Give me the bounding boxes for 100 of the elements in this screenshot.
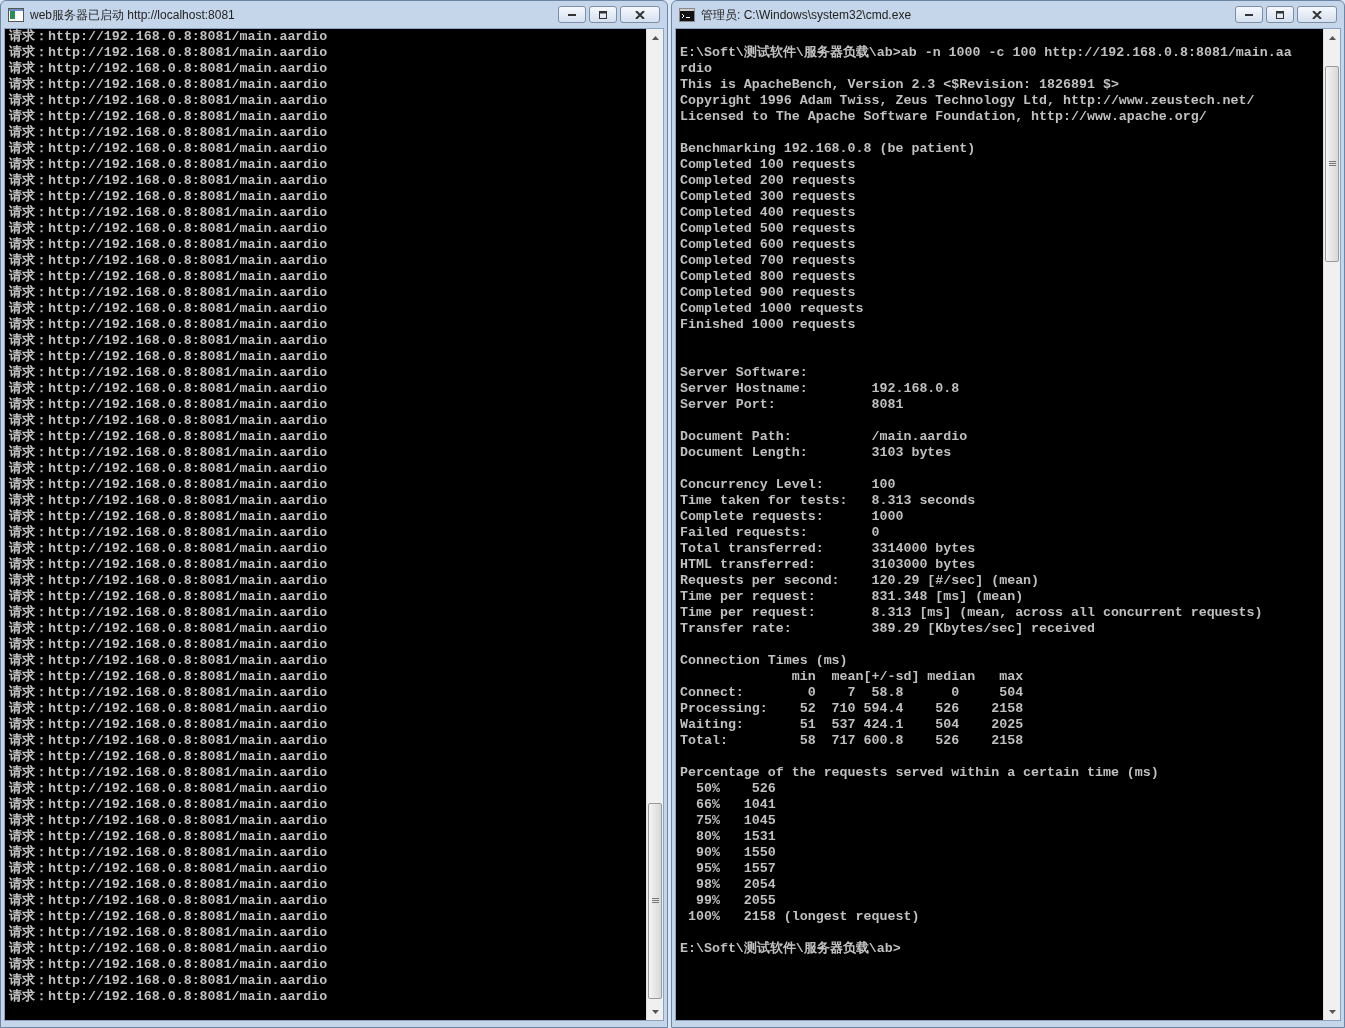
window-title: 管理员: C:\Windows\system32\cmd.exe	[701, 6, 913, 24]
console-line: 请求：http://192.168.0.8:8081/main.aardio	[9, 925, 329, 941]
console-line: 80% 1531	[694, 829, 777, 845]
console-icon	[679, 7, 695, 22]
close-icon	[635, 10, 645, 19]
console-line: Total: 58 717 600.8 526 2158	[680, 733, 1025, 749]
console-line: Completed 900 requests	[680, 285, 857, 301]
maximize-button[interactable]	[589, 6, 617, 23]
console-line: min mean[+/-sd] median max	[790, 669, 1025, 685]
console-line: Finished 1000 requests	[680, 317, 857, 333]
console-line: 请求：http://192.168.0.8:8081/main.aardio	[9, 685, 329, 701]
console-line: E:\Soft\测试软件\服务器负载\ab>	[680, 941, 902, 957]
maximize-icon	[598, 10, 608, 19]
minimize-button[interactable]	[558, 6, 586, 23]
console-line: Connect: 0 7 58.8 0 504	[680, 685, 1025, 701]
console-line: 请求：http://192.168.0.8:8081/main.aardio	[9, 877, 329, 893]
console-line: 请求：http://192.168.0.8:8081/main.aardio	[9, 413, 329, 429]
console-line: 请求：http://192.168.0.8:8081/main.aardio	[9, 381, 329, 397]
console-line: Benchmarking 192.168.0.8 (be patient)	[680, 141, 977, 157]
console-line: 请求：http://192.168.0.8:8081/main.aardio	[9, 717, 329, 733]
console-line: Document Length: 3103 bytes	[680, 445, 953, 461]
close-button[interactable]	[1297, 6, 1337, 23]
console-line: 请求：http://192.168.0.8:8081/main.aardio	[9, 781, 329, 797]
console-line: Failed requests: 0	[680, 525, 881, 541]
console-line: Connection Times (ms)	[680, 653, 849, 669]
console-line: 请求：http://192.168.0.8:8081/main.aardio	[9, 237, 329, 253]
console-line: 请求：http://192.168.0.8:8081/main.aardio	[9, 525, 329, 541]
console-line: 请求：http://192.168.0.8:8081/main.aardio	[9, 669, 329, 685]
console-line: Completed 700 requests	[680, 253, 857, 269]
console-line: 请求：http://192.168.0.8:8081/main.aardio	[9, 189, 329, 205]
console-line: Server Port: 8081	[680, 397, 905, 413]
console-line: This is ApacheBench, Version 2.3 <$Revision: 1826891 $>	[680, 77, 1120, 93]
console-line: Total transferred: 3314000 bytes	[680, 541, 977, 557]
console-line: Requests per second: 120.29 [#/sec] (mean)	[680, 573, 1041, 589]
console-line: 请求：http://192.168.0.8:8081/main.aardio	[9, 397, 329, 413]
scroll-thumb[interactable]	[1325, 66, 1339, 262]
console-line: Time per request: 8.313 [ms] (mean, across all concurrent requests)	[680, 605, 1264, 621]
console-line: 请求：http://192.168.0.8:8081/main.aardio	[9, 957, 329, 973]
console-line: Document Path: /main.aardio	[680, 429, 969, 445]
console-line: 请求：http://192.168.0.8:8081/main.aardio	[9, 941, 329, 957]
console-line: 请求：http://192.168.0.8:8081/main.aardio	[9, 77, 329, 93]
console-line: 请求：http://192.168.0.8:8081/main.aardio	[9, 845, 329, 861]
console-line: 请求：http://192.168.0.8:8081/main.aardio	[9, 157, 329, 173]
console-line: Time per request: 831.348 [ms] (mean)	[680, 589, 1025, 605]
console-line: E:\Soft\测试软件\服务器负载\ab>ab -n 1000 -c 100 http://192.168.0.8:8081/main.aa	[680, 45, 1293, 61]
console-line: 请求：http://192.168.0.8:8081/main.aardio	[9, 61, 329, 77]
console-line: 请求：http://192.168.0.8:8081/main.aardio	[9, 477, 329, 493]
console-line: 请求：http://192.168.0.8:8081/main.aardio	[9, 909, 329, 925]
console-line: Percentage of the requests served within a certain time (ms)	[680, 765, 1160, 781]
console-line: 请求：http://192.168.0.8:8081/main.aardio	[9, 813, 329, 829]
console-line: Completed 600 requests	[680, 237, 857, 253]
console-line: 50% 526	[694, 781, 777, 797]
console-line: HTML transferred: 3103000 bytes	[680, 557, 977, 573]
console-line: Licensed to The Apache Software Foundation, http://www.apache.org/	[680, 109, 1208, 125]
console-line: 请求：http://192.168.0.8:8081/main.aardio	[9, 445, 329, 461]
console-line: 100% 2158 (longest request)	[686, 909, 921, 925]
console-line: 请求：http://192.168.0.8:8081/main.aardio	[9, 829, 329, 845]
console-line: Server Hostname: 192.168.0.8	[680, 381, 961, 397]
console-line: rdio	[680, 61, 713, 77]
console-line: 请求：http://192.168.0.8:8081/main.aardio	[9, 253, 329, 269]
console-line: 请求：http://192.168.0.8:8081/main.aardio	[9, 461, 329, 477]
console-line: 请求：http://192.168.0.8:8081/main.aardio	[9, 589, 329, 605]
console-line: Server Software:	[680, 365, 809, 381]
console-line: 请求：http://192.168.0.8:8081/main.aardio	[9, 749, 329, 765]
console-line: 请求：http://192.168.0.8:8081/main.aardio	[9, 733, 329, 749]
console-line: 请求：http://192.168.0.8:8081/main.aardio	[9, 797, 329, 813]
console-line: 请求：http://192.168.0.8:8081/main.aardio	[9, 893, 329, 909]
console-line: Completed 300 requests	[680, 189, 857, 205]
console-line: 99% 2055	[694, 893, 777, 909]
window-icon	[8, 7, 24, 22]
console-line: Waiting: 51 537 424.1 504 2025	[680, 717, 1025, 733]
console-line: Time taken for tests: 8.313 seconds	[680, 493, 977, 509]
console-line: 请求：http://192.168.0.8:8081/main.aardio	[9, 429, 329, 445]
minimize-button[interactable]	[1235, 6, 1263, 23]
console-line: 请求：http://192.168.0.8:8081/main.aardio	[9, 45, 329, 61]
console-line: Complete requests: 1000	[680, 509, 905, 525]
console-line: 75% 1045	[694, 813, 777, 829]
console-line: 请求：http://192.168.0.8:8081/main.aardio	[9, 637, 329, 653]
close-icon	[1312, 10, 1322, 19]
console-line: 请求：http://192.168.0.8:8081/main.aardio	[9, 269, 329, 285]
console-line: Copyright 1996 Adam Twiss, Zeus Technology Ltd, http://www.zeustech.net/	[680, 93, 1256, 109]
maximize-button[interactable]	[1266, 6, 1294, 23]
console-line: 请求：http://192.168.0.8:8081/main.aardio	[9, 765, 329, 781]
scroll-thumb[interactable]	[648, 803, 662, 999]
console-line: 请求：http://192.168.0.8:8081/main.aardio	[9, 701, 329, 717]
console-line: 90% 1550	[694, 845, 777, 861]
window-title: web服务器已启动 http://localhost:8081	[30, 6, 236, 24]
console-line: 请求：http://192.168.0.8:8081/main.aardio	[9, 93, 329, 109]
console-line: 请求：http://192.168.0.8:8081/main.aardio	[9, 573, 329, 589]
console-line: 请求：http://192.168.0.8:8081/main.aardio	[9, 509, 329, 525]
console-line: Processing: 52 710 594.4 526 2158	[680, 701, 1025, 717]
console-line: 请求：http://192.168.0.8:8081/main.aardio	[9, 557, 329, 573]
maximize-icon	[1275, 10, 1285, 19]
console-line: 请求：http://192.168.0.8:8081/main.aardio	[9, 173, 329, 189]
console-line: 98% 2054	[694, 877, 777, 893]
console-line: 请求：http://192.168.0.8:8081/main.aardio	[9, 989, 329, 1005]
console-line: 请求：http://192.168.0.8:8081/main.aardio	[9, 349, 329, 365]
console-line: 66% 1041	[694, 797, 777, 813]
close-button[interactable]	[620, 6, 660, 23]
console-line: 95% 1557	[694, 861, 777, 877]
